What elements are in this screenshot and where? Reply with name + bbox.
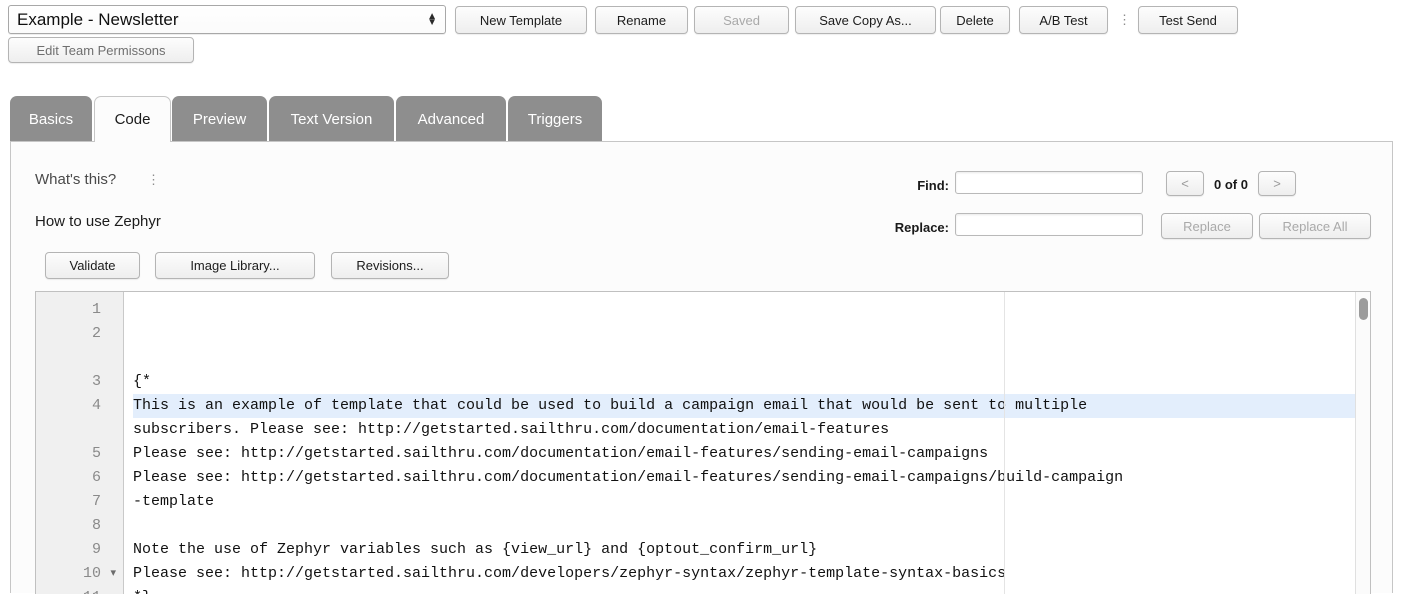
line-number: 8 bbox=[36, 514, 123, 538]
tab-bar: Basics Code Preview Text Version Advance… bbox=[0, 96, 1402, 142]
top-toolbar: Example - Newsletter ▲▼ New Template Ren… bbox=[0, 0, 1402, 68]
line-number: 9 bbox=[36, 538, 123, 562]
code-line bbox=[133, 514, 1370, 538]
find-next-button[interactable]: > bbox=[1258, 171, 1296, 196]
code-line: Note the use of Zephyr variables such as… bbox=[133, 538, 1370, 562]
code-content[interactable]: {*This is an example of template that co… bbox=[124, 292, 1370, 594]
code-line: subscribers. Please see: http://getstart… bbox=[133, 418, 1370, 442]
how-to-use-zephyr-link[interactable]: How to use Zephyr bbox=[35, 213, 161, 230]
validate-button[interactable]: Validate bbox=[45, 252, 140, 279]
line-number bbox=[36, 346, 123, 370]
tab-triggers[interactable]: Triggers bbox=[508, 96, 602, 142]
editor-vertical-scrollbar[interactable] bbox=[1355, 292, 1370, 594]
code-line: Please see: http://getstarted.sailthru.c… bbox=[133, 562, 1370, 586]
code-tab-panel: What's this? ⋮ How to use Zephyr Validat… bbox=[10, 141, 1393, 593]
line-number: 7 bbox=[36, 490, 123, 514]
ab-test-button[interactable]: A/B Test bbox=[1019, 6, 1108, 34]
code-line: {* bbox=[133, 370, 1370, 394]
code-editor[interactable]: 12 34 5678910▾11 {*This is an example of t… bbox=[35, 291, 1371, 594]
editor-scrollbar-thumb[interactable] bbox=[1359, 298, 1368, 320]
line-number: 6 bbox=[36, 466, 123, 490]
line-number: 1 bbox=[36, 298, 123, 322]
find-input[interactable] bbox=[955, 171, 1143, 194]
replace-label: Replace: bbox=[839, 220, 949, 235]
find-match-count: 0 of 0 bbox=[1206, 177, 1256, 192]
line-number: 2 bbox=[36, 322, 123, 346]
new-template-button[interactable]: New Template bbox=[455, 6, 587, 34]
code-line: Please see: http://getstarted.sailthru.c… bbox=[133, 442, 1370, 466]
print-margin-ruler bbox=[1004, 292, 1005, 594]
rename-button[interactable]: Rename bbox=[595, 6, 688, 34]
replace-all-button[interactable]: Replace All bbox=[1259, 213, 1371, 239]
line-number: 10▾ bbox=[36, 562, 123, 586]
code-lines: {*This is an example of template that co… bbox=[133, 370, 1370, 594]
info-icon[interactable]: ⋮ bbox=[147, 173, 160, 186]
tab-basics[interactable]: Basics bbox=[10, 96, 92, 142]
whats-this-link[interactable]: What's this? bbox=[35, 171, 116, 188]
info-icon[interactable]: ⋮ bbox=[1118, 13, 1123, 28]
edit-team-permissions-button[interactable]: Edit Team Permissons bbox=[8, 37, 194, 63]
line-number-gutter: 12 34 5678910▾11 bbox=[36, 292, 124, 594]
tab-preview[interactable]: Preview bbox=[172, 96, 267, 142]
line-number: 3 bbox=[36, 370, 123, 394]
find-label: Find: bbox=[839, 178, 949, 193]
tab-code[interactable]: Code bbox=[94, 96, 171, 142]
code-line: -template bbox=[133, 490, 1370, 514]
fold-toggle-icon[interactable]: ▾ bbox=[110, 562, 116, 586]
template-select-value: Example - Newsletter bbox=[17, 10, 179, 30]
delete-button[interactable]: Delete bbox=[940, 6, 1010, 34]
template-select[interactable]: Example - Newsletter ▲▼ bbox=[8, 5, 446, 34]
tab-advanced[interactable]: Advanced bbox=[396, 96, 506, 142]
stepper-arrows-icon: ▲▼ bbox=[427, 14, 437, 26]
revisions-button[interactable]: Revisions... bbox=[331, 252, 449, 279]
tab-text-version[interactable]: Text Version bbox=[269, 96, 394, 142]
save-copy-as-button[interactable]: Save Copy As... bbox=[795, 6, 936, 34]
replace-input[interactable] bbox=[955, 213, 1143, 236]
find-previous-button[interactable]: < bbox=[1166, 171, 1204, 196]
image-library-button[interactable]: Image Library... bbox=[155, 252, 315, 279]
test-send-button[interactable]: Test Send bbox=[1138, 6, 1238, 34]
code-line: This is an example of template that coul… bbox=[133, 394, 1370, 418]
line-number: 5 bbox=[36, 442, 123, 466]
replace-button[interactable]: Replace bbox=[1161, 213, 1253, 239]
saved-button: Saved bbox=[694, 6, 789, 34]
line-number: 11 bbox=[36, 586, 123, 594]
line-number: 4 bbox=[36, 394, 123, 418]
code-line: *} bbox=[133, 586, 1370, 594]
line-number bbox=[36, 418, 123, 442]
code-line: Please see: http://getstarted.sailthru.c… bbox=[133, 466, 1370, 490]
